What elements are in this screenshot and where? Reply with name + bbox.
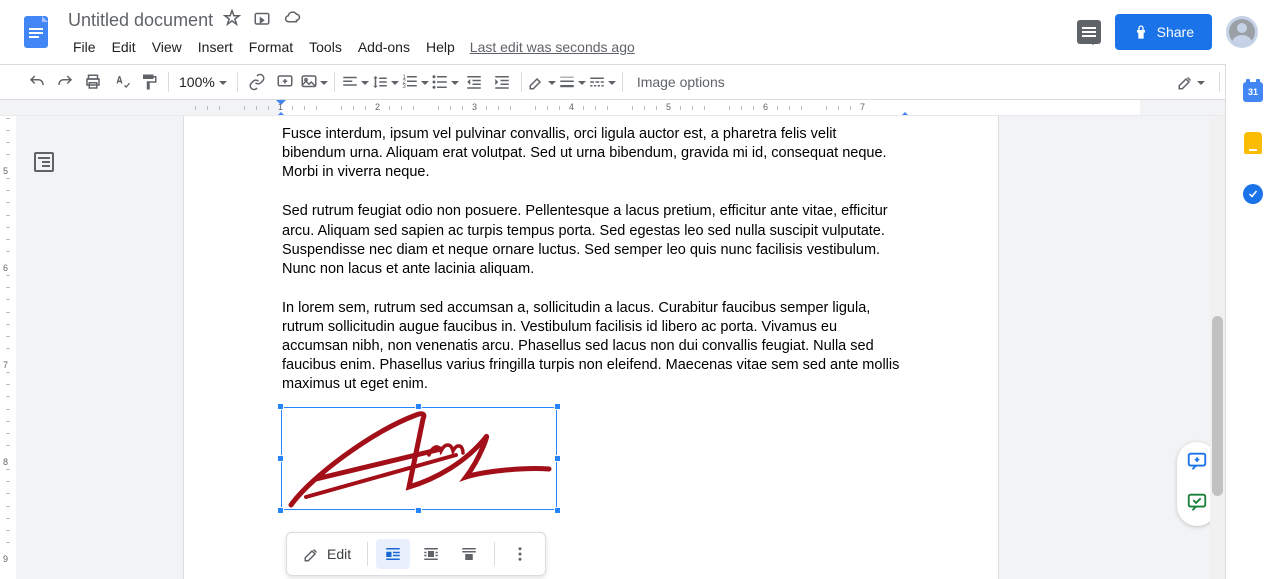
resize-handle-sw[interactable] [277, 507, 284, 514]
chevron-down-icon [548, 78, 556, 86]
chevron-down-icon [578, 78, 586, 86]
wrap-text-button[interactable] [414, 539, 448, 569]
account-avatar[interactable] [1226, 16, 1258, 48]
share-label: Share [1157, 24, 1194, 40]
move-icon[interactable] [253, 9, 271, 32]
menu-edit[interactable]: Edit [105, 36, 143, 58]
selected-image[interactable] [281, 407, 557, 510]
paragraph[interactable]: Fusce interdum, ipsum vel pulvinar conva… [282, 125, 900, 182]
scrollbar-thumb[interactable] [1212, 316, 1223, 496]
more-options-button[interactable] [503, 539, 537, 569]
menu-tools[interactable]: Tools [302, 36, 349, 58]
editing-mode-button[interactable] [1177, 73, 1205, 91]
decrease-indent-button[interactable] [461, 69, 487, 95]
chevron-down-icon [391, 78, 399, 86]
paint-format-button[interactable] [136, 69, 162, 95]
resize-handle-ne[interactable] [554, 403, 561, 410]
selection-border [281, 407, 557, 510]
zoom-value: 100% [179, 74, 215, 90]
header: Untitled document File Edit View Insert … [0, 0, 1280, 64]
toolbar: 100% 123 Image options [0, 64, 1280, 100]
align-button[interactable] [341, 73, 369, 91]
image-context-toolbar: Edit [286, 532, 546, 576]
resize-handle-nw[interactable] [277, 403, 284, 410]
chevron-down-icon [1197, 78, 1205, 86]
menu-addons[interactable]: Add-ons [351, 36, 417, 58]
resize-handle-w[interactable] [277, 455, 284, 462]
chevron-down-icon [608, 78, 616, 86]
chevron-down-icon [361, 78, 369, 86]
edit-drawing-button[interactable]: Edit [295, 539, 359, 569]
spellcheck-button[interactable] [108, 69, 134, 95]
menu-bar: File Edit View Insert Format Tools Add-o… [66, 35, 1077, 59]
chevron-down-icon [219, 78, 227, 86]
vertical-ruler[interactable]: 56789 [0, 116, 16, 579]
vertical-scrollbar[interactable] [1210, 116, 1225, 579]
insert-image-button[interactable] [300, 73, 328, 91]
redo-button[interactable] [52, 69, 78, 95]
suggest-edit-icon[interactable] [1186, 491, 1208, 518]
comments-icon[interactable] [1077, 20, 1101, 44]
add-comment-icon[interactable] [1186, 450, 1208, 477]
docs-logo[interactable] [18, 12, 58, 52]
title-area: Untitled document File Edit View Insert … [66, 5, 1077, 59]
wrap-inline-button[interactable] [376, 539, 410, 569]
print-button[interactable] [80, 69, 106, 95]
menu-file[interactable]: File [66, 36, 103, 58]
resize-handle-s[interactable] [415, 507, 422, 514]
chevron-down-icon [320, 78, 328, 86]
last-edit-link[interactable]: Last edit was seconds ago [470, 39, 635, 55]
image-options-button[interactable]: Image options [629, 74, 733, 90]
share-button[interactable]: Share [1115, 14, 1212, 50]
menu-help[interactable]: Help [419, 36, 462, 58]
paragraph[interactable]: Sed rutrum feugiat odio non posuere. Pel… [282, 202, 900, 279]
menu-insert[interactable]: Insert [191, 36, 240, 58]
border-dash-button[interactable] [588, 73, 616, 91]
chevron-down-icon [421, 78, 429, 86]
edit-label: Edit [327, 546, 351, 562]
workspace: 56789 Fusce interdum, ipsum vel pulvinar… [0, 116, 1225, 579]
document-title[interactable]: Untitled document [68, 10, 213, 31]
horizontal-ruler[interactable]: 1234567 [0, 100, 1280, 116]
paragraph[interactable]: In lorem sem, rutrum sed accumsan a, sol… [282, 299, 900, 395]
increase-indent-button[interactable] [489, 69, 515, 95]
bulleted-list-button[interactable] [431, 73, 459, 91]
resize-handle-n[interactable] [415, 403, 422, 410]
border-color-button[interactable] [528, 73, 556, 91]
wrap-break-button[interactable] [452, 539, 486, 569]
numbered-list-button[interactable]: 123 [401, 73, 429, 91]
insert-comment-button[interactable] [272, 69, 298, 95]
cloud-icon[interactable] [283, 9, 301, 32]
calendar-app-icon[interactable]: 31 [1243, 82, 1263, 102]
resize-handle-e[interactable] [554, 455, 561, 462]
menu-format[interactable]: Format [242, 36, 300, 58]
border-weight-button[interactable] [558, 73, 586, 91]
line-spacing-button[interactable] [371, 73, 399, 91]
undo-button[interactable] [24, 69, 50, 95]
insert-link-button[interactable] [244, 69, 270, 95]
star-icon[interactable] [223, 9, 241, 32]
svg-text:3: 3 [402, 84, 406, 90]
keep-app-icon[interactable] [1244, 132, 1262, 154]
outline-icon[interactable] [34, 152, 54, 172]
resize-handle-se[interactable] [554, 507, 561, 514]
menu-view[interactable]: View [145, 36, 189, 58]
chevron-down-icon [451, 78, 459, 86]
tasks-app-icon[interactable] [1243, 184, 1263, 204]
right-indent[interactable] [900, 107, 910, 116]
zoom-select[interactable]: 100% [175, 74, 231, 90]
side-panel: 31 [1225, 64, 1280, 579]
